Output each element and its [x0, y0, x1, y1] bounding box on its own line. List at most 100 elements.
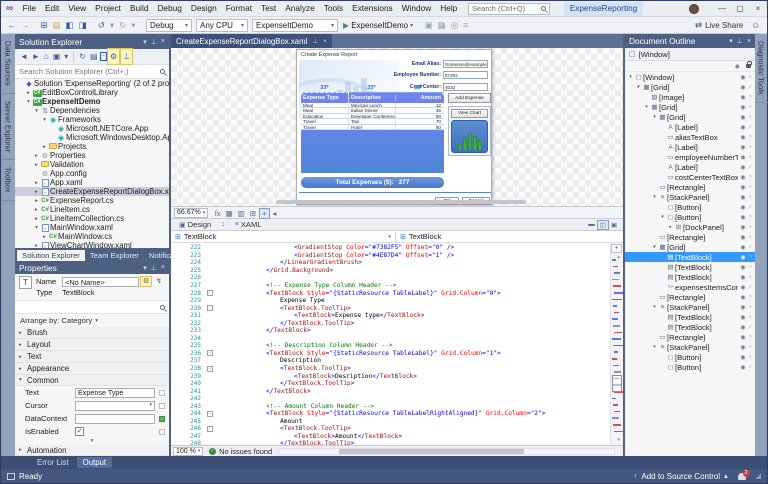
- expander-icon[interactable]: ▾: [643, 104, 650, 110]
- scrollbar-thumb[interactable]: [339, 449, 523, 454]
- eye-icon[interactable]: ◉: [740, 114, 745, 121]
- eye-icon[interactable]: ◉: [740, 324, 745, 331]
- collapse-icon[interactable]: −: [207, 290, 213, 296]
- fold-marker[interactable]: −: [205, 290, 214, 296]
- tab-solution-explorer[interactable]: Solution Explorer: [17, 250, 85, 261]
- expander-icon[interactable]: ▸: [41, 234, 48, 240]
- expander-icon[interactable]: ▾: [651, 344, 658, 350]
- lock-dot-icon[interactable]: ○: [749, 234, 752, 240]
- outline-item-expensesitemscontrol[interactable]: <>expensesItemsControl◉○: [625, 282, 755, 292]
- code-line[interactable]: 222<GradientStop Color="#7382F5" Offset=…: [171, 244, 623, 252]
- lock-dot-icon[interactable]: ○: [749, 284, 752, 290]
- fold-marker[interactable]: −: [205, 350, 214, 356]
- outline-item-grid[interactable]: ▾▦[Grid]◉○: [625, 242, 755, 252]
- quick-search-box[interactable]: Search (Ctrl+Q): [468, 3, 550, 15]
- chevron-down-icon[interactable]: ▾: [143, 38, 147, 46]
- field-input[interactable]: 4032: [443, 83, 488, 91]
- code-line[interactable]: 244−<TextBlock Style="{StaticResource Ta…: [171, 410, 623, 418]
- pin-icon[interactable]: ⊥: [737, 37, 743, 45]
- nav-back-icon[interactable]: ←: [5, 20, 19, 30]
- menu-test[interactable]: Test: [257, 1, 281, 16]
- menu-project[interactable]: Project: [91, 1, 126, 16]
- outline-item-aliastextbox[interactable]: ▭aliasTextBox◉○: [625, 132, 755, 142]
- code-line[interactable]: 224</LinearGradientBrush>: [171, 259, 623, 267]
- pin-icon[interactable]: ⊥: [120, 48, 133, 65]
- eye-icon[interactable]: ◉: [740, 134, 745, 141]
- menu-view[interactable]: View: [64, 1, 91, 16]
- collapse-all-icon[interactable]: −: [100, 52, 108, 61]
- eye-icon[interactable]: ◉: [740, 224, 745, 231]
- lock-dot-icon[interactable]: ○: [749, 114, 752, 120]
- scroll-down-icon[interactable]: ▾: [617, 437, 620, 443]
- outline-item-rectangle[interactable]: ▭[Rectangle]◉○: [625, 292, 755, 302]
- code-line[interactable]: 247<TextBlock>Amount</TextBlock>: [171, 433, 623, 441]
- forward-icon[interactable]: ►: [30, 49, 42, 64]
- menu-window[interactable]: Window: [397, 1, 436, 16]
- expenses-grid[interactable]: Expense TypeDescriptionAmount MealMexica…: [301, 93, 444, 173]
- outline-item-stackpanel[interactable]: ▾≡[StackPanel]◉○: [625, 342, 755, 352]
- name-input[interactable]: <No Name>: [62, 277, 139, 287]
- undo-icon[interactable]: ↺: [95, 20, 107, 30]
- outline-breadcrumb[interactable]: ▢ [Window]: [625, 48, 755, 61]
- section-common[interactable]: ▾ Common: [15, 375, 169, 386]
- side-tab-server-explorer[interactable]: Server Explorer: [2, 94, 15, 160]
- menu-edit[interactable]: Edit: [41, 1, 64, 16]
- outline-item-button[interactable]: ◻[Button]◉○: [625, 352, 755, 362]
- expander-icon[interactable]: ▸: [25, 90, 32, 96]
- switch-views-icon[interactable]: ▣: [51, 49, 63, 64]
- expander-icon[interactable]: ▸: [667, 224, 674, 230]
- show-all-files-icon[interactable]: ▤: [88, 49, 100, 64]
- show-grid-icon[interactable]: ▦: [223, 209, 235, 218]
- chevron-down-icon[interactable]: ▾: [729, 37, 733, 45]
- lock-dot-icon[interactable]: ○: [749, 194, 752, 200]
- eye-icon[interactable]: ◉: [740, 194, 745, 201]
- fold-marker[interactable]: −: [205, 426, 214, 432]
- eye-icon[interactable]: ◉: [740, 214, 745, 221]
- close-icon[interactable]: ×: [161, 264, 165, 271]
- eye-icon[interactable]: ◉: [740, 274, 745, 281]
- lock-dot-icon[interactable]: ○: [749, 134, 752, 140]
- expander-icon[interactable]: ▾: [651, 304, 658, 310]
- grid-row[interactable]: TravelHotel60: [301, 125, 444, 130]
- menu-analyze[interactable]: Analyze: [281, 1, 320, 16]
- eye-icon[interactable]: ◉: [740, 294, 745, 301]
- outline-item-grid[interactable]: ▾▦[Grid]◉○: [625, 102, 755, 112]
- expander-icon[interactable]: ▾: [659, 214, 666, 220]
- tree-item-mainwindow-xaml[interactable]: ▾MainWindow.xaml: [15, 223, 169, 232]
- checkbox[interactable]: ✓: [75, 427, 84, 436]
- pin-icon[interactable]: ⊥: [151, 38, 157, 46]
- code-line[interactable]: 236−<TextBlock Style="{StaticResource Ta…: [171, 350, 623, 358]
- outline-item-label[interactable]: A[Label]◉○: [625, 122, 755, 132]
- menu-help[interactable]: Help: [436, 1, 462, 16]
- tab-design[interactable]: ▣ Design: [175, 220, 215, 229]
- field-input[interactable]: Someone@example.com: [443, 60, 488, 68]
- feedback-icon[interactable]: ☺: [751, 20, 760, 30]
- eye-icon[interactable]: ◉: [740, 84, 745, 91]
- expander-icon[interactable]: ▾: [25, 99, 32, 105]
- editor-zoom-dropdown[interactable]: 100 % ▾: [173, 447, 203, 456]
- wrench-icon[interactable]: ⚙: [140, 276, 152, 287]
- redo-dropdown-icon[interactable]: ▾: [129, 20, 138, 30]
- menu-format[interactable]: Format: [221, 1, 256, 16]
- eye-icon[interactable]: ◉: [740, 144, 745, 151]
- outline-item-grid[interactable]: ▾▦[Grid]◉○: [625, 112, 755, 122]
- eye-icon[interactable]: ◉: [740, 164, 745, 171]
- lock-dot-icon[interactable]: ○: [749, 304, 752, 310]
- solution-configurations-dropdown[interactable]: Debug▾: [146, 19, 192, 32]
- code-line[interactable]: 225</Grid.Background>: [171, 267, 623, 275]
- tree-item-editboxcontrollibrary[interactable]: ▸C#EditBoxControlLibrary: [15, 88, 169, 97]
- close-button[interactable]: ×: [749, 1, 767, 16]
- expander-icon[interactable]: ▾: [33, 108, 40, 114]
- fold-marker[interactable]: −: [205, 411, 214, 417]
- property-peg[interactable]: [159, 390, 165, 396]
- code-line[interactable]: 238−<TextBlock.ToolTip>: [171, 365, 623, 373]
- code-line[interactable]: 228−<TextBlock Style="{StaticResource Ta…: [171, 289, 623, 297]
- expander-icon[interactable]: ▸: [33, 162, 40, 168]
- tree-item-createexpensereportdialogbox-xaml[interactable]: ▸CreateExpenseReportDialogBox.xaml: [15, 187, 169, 196]
- eye-icon[interactable]: ◉: [740, 174, 745, 181]
- expander-icon[interactable]: ▾: [33, 225, 40, 231]
- outline-item-costcentertextbox[interactable]: ▭costCenterTextBox◉○: [625, 172, 755, 182]
- expander-icon[interactable]: ▾: [41, 117, 48, 123]
- visual-studio-logo-icon[interactable]: ∞: [1, 1, 18, 16]
- side-tab-data-sources[interactable]: Data Sources: [2, 34, 15, 94]
